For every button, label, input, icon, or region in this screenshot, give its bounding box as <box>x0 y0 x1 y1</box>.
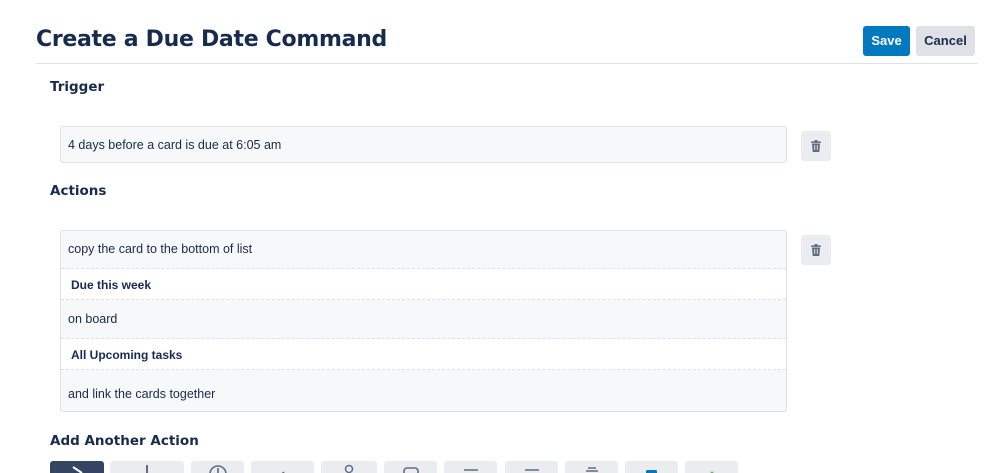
trigger-heading: Trigger <box>50 79 105 95</box>
tab-move[interactable] <box>50 461 104 473</box>
list-name-text: Due this week <box>71 278 152 292</box>
board-name-text: All Upcoming tasks <box>71 348 183 362</box>
actions-heading: Actions <box>50 183 107 199</box>
trash-icon <box>811 140 821 152</box>
tab-checklist[interactable] <box>251 461 314 473</box>
tab-dates[interactable] <box>191 461 244 473</box>
lines-icon <box>463 469 478 471</box>
tab-powerups[interactable] <box>685 461 738 473</box>
trigger-box[interactable]: 4 days before a card is due at 6:05 am <box>60 126 787 163</box>
save-button[interactable]: Save <box>863 26 910 56</box>
checkbox-icon <box>645 470 657 473</box>
tab-checkbox[interactable] <box>625 461 678 473</box>
page-header: Create a Due Date Command Save Cancel <box>36 0 978 64</box>
action-row: on board <box>61 300 786 339</box>
delete-action-button[interactable] <box>801 235 831 265</box>
align-icon <box>524 469 539 471</box>
board-name-field[interactable]: All Upcoming tasks <box>61 339 786 370</box>
trash-icon <box>811 244 821 256</box>
cancel-button[interactable]: Cancel <box>916 26 975 56</box>
action-row: copy the card to the bottom of list <box>61 231 786 269</box>
tab-fields[interactable] <box>505 461 558 473</box>
actions-box: copy the card to the bottom of list Due … <box>60 230 787 412</box>
stack-icon <box>585 467 598 472</box>
check-icon <box>281 471 285 473</box>
person-icon <box>344 464 354 473</box>
clock-icon <box>208 465 227 473</box>
card-icon <box>402 467 419 473</box>
sparkle-icon <box>710 471 713 473</box>
action-row-text: and link the cards together <box>68 387 216 401</box>
action-row: and link the cards together <box>61 370 786 412</box>
move-icon <box>72 466 83 473</box>
tab-card[interactable] <box>384 461 437 473</box>
tab-members[interactable] <box>321 461 377 473</box>
page-title: Create a Due Date Command <box>36 27 387 52</box>
trigger-text: 4 days before a card is due at 6:05 am <box>68 138 282 152</box>
add-action-heading: Add Another Action <box>50 433 199 449</box>
plus-icon <box>146 465 148 473</box>
list-name-field[interactable]: Due this week <box>61 269 786 300</box>
tab-description[interactable] <box>444 461 497 473</box>
action-row-text: copy the card to the bottom of list <box>68 242 253 256</box>
tab-add[interactable] <box>110 461 184 473</box>
delete-trigger-button[interactable] <box>801 131 831 161</box>
tab-sort[interactable] <box>565 461 618 473</box>
action-row-text: on board <box>68 312 118 326</box>
